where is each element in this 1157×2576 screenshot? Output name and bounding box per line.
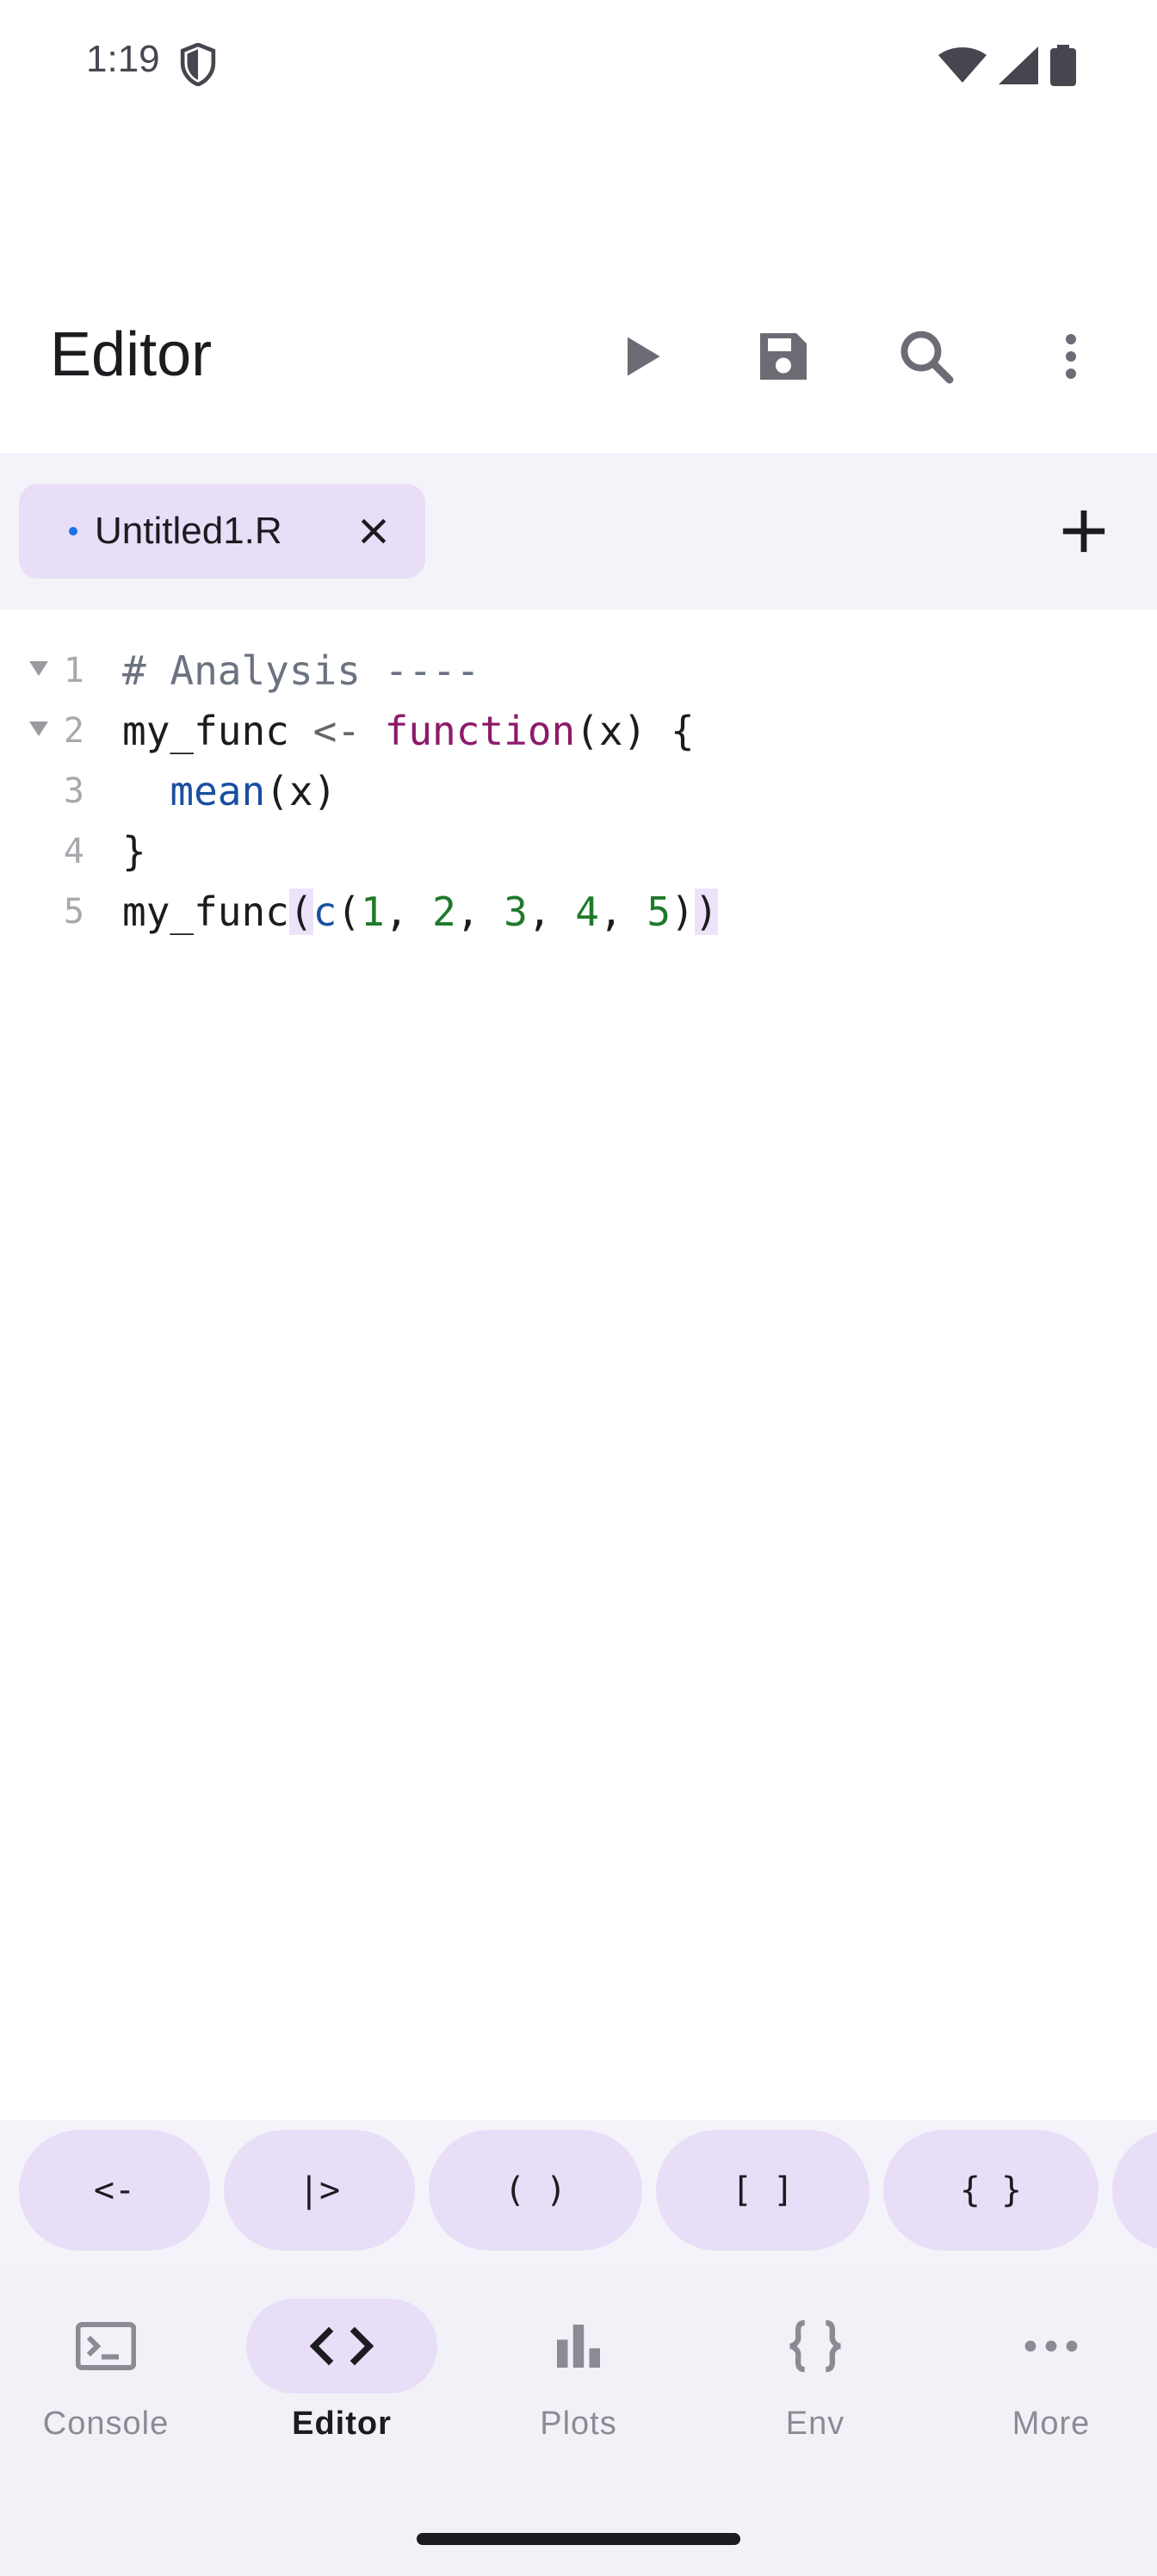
search-icon <box>900 331 954 384</box>
nav-plots-pill <box>483 2299 674 2393</box>
status-icons <box>938 45 1076 86</box>
modified-indicator <box>69 527 77 536</box>
code-line: 4 } <box>0 821 1157 882</box>
status-bar: 1:19 <box>0 0 1157 129</box>
nav-more-pill <box>956 2299 1147 2393</box>
nav-env[interactable]: Env <box>697 2299 933 2462</box>
nav-plots-label: Plots <box>540 2406 617 2442</box>
nav-console[interactable]: Console <box>0 2299 224 2462</box>
code-line: 5 my_func(c(1, 2, 3, 4, 5)) <box>0 882 1157 942</box>
line-number: 5 <box>63 892 84 932</box>
more-vert-icon <box>1066 334 1076 379</box>
home-indicator[interactable] <box>417 2533 740 2545</box>
bar-chart-icon <box>557 2325 600 2368</box>
nav-console-pill <box>10 2299 201 2393</box>
top-app-bar: Editor <box>0 303 1157 406</box>
bottom-navigation: Console Editor Plots Env More <box>0 2264 1157 2576</box>
file-tab-label: Untitled1.R <box>95 510 282 552</box>
signal-icon <box>999 46 1038 84</box>
line-gutter: 5 <box>0 882 90 942</box>
code-editor[interactable]: 1 # Analysis ---- 2 my_func <- function(… <box>0 610 1157 2120</box>
close-icon <box>361 518 387 544</box>
code-text: my_func(c(1, 2, 3, 4, 5)) <box>122 889 719 935</box>
line-gutter: 4 <box>0 821 90 882</box>
file-tab-bar: Untitled1.R <box>0 453 1157 610</box>
braces-icon <box>789 2319 841 2373</box>
line-number: 1 <box>63 651 84 690</box>
nav-plots[interactable]: Plots <box>461 2299 696 2462</box>
file-tab[interactable]: Untitled1.R <box>19 484 425 579</box>
fold-arrow-icon[interactable] <box>29 661 48 676</box>
line-number: 3 <box>63 771 84 811</box>
line-gutter: 1 <box>0 641 90 701</box>
parens-key[interactable]: ( ) <box>429 2130 642 2251</box>
nav-editor-pill <box>246 2299 437 2393</box>
shield-icon <box>180 43 216 86</box>
new-file-button[interactable] <box>1045 492 1123 570</box>
line-number: 2 <box>63 711 84 751</box>
save-icon <box>760 333 807 380</box>
line-number: 4 <box>63 832 84 871</box>
battery-icon <box>1050 45 1076 86</box>
more-keys-partial[interactable] <box>1112 2130 1157 2251</box>
nav-editor[interactable]: Editor <box>224 2299 460 2462</box>
nav-more-label: More <box>1012 2406 1091 2442</box>
search-button[interactable] <box>890 320 962 393</box>
code-text: } <box>122 828 146 875</box>
play-icon <box>628 337 660 376</box>
console-icon <box>76 2322 136 2370</box>
shortcut-key-bar: <- |> ( ) [ ] { } <box>0 2120 1157 2264</box>
line-gutter: 2 <box>0 701 90 761</box>
line-gutter: 3 <box>0 761 90 821</box>
braces-key[interactable]: { } <box>883 2130 1098 2251</box>
more-horiz-icon <box>1024 2340 1078 2352</box>
code-text: my_func <- function(x) { <box>122 708 695 754</box>
assign-key[interactable]: <- <box>19 2130 210 2251</box>
fold-arrow-icon[interactable] <box>29 721 48 736</box>
code-line: 3 mean(x) <box>0 761 1157 821</box>
page-title: Editor <box>50 320 213 389</box>
save-button[interactable] <box>747 320 820 393</box>
wifi-icon <box>938 47 987 83</box>
nav-env-pill <box>720 2299 911 2393</box>
nav-env-label: Env <box>785 2406 845 2442</box>
status-time: 1:19 <box>86 38 160 80</box>
code-text: mean(x) <box>170 768 337 814</box>
code-line: 2 my_func <- function(x) { <box>0 701 1157 761</box>
run-button[interactable] <box>604 320 677 393</box>
nav-more[interactable]: More <box>933 2299 1157 2462</box>
code-icon <box>310 2326 374 2366</box>
add-icon <box>1062 510 1105 553</box>
code-line: 1 # Analysis ---- <box>0 641 1157 701</box>
brackets-key[interactable]: [ ] <box>656 2130 869 2251</box>
nav-console-label: Console <box>42 2406 170 2442</box>
code-text: # Analysis ---- <box>122 647 480 694</box>
pipe-key[interactable]: |> <box>224 2130 415 2251</box>
overflow-menu-button[interactable] <box>1035 320 1107 393</box>
nav-editor-label: Editor <box>292 2406 392 2442</box>
close-tab-button[interactable] <box>350 507 398 555</box>
